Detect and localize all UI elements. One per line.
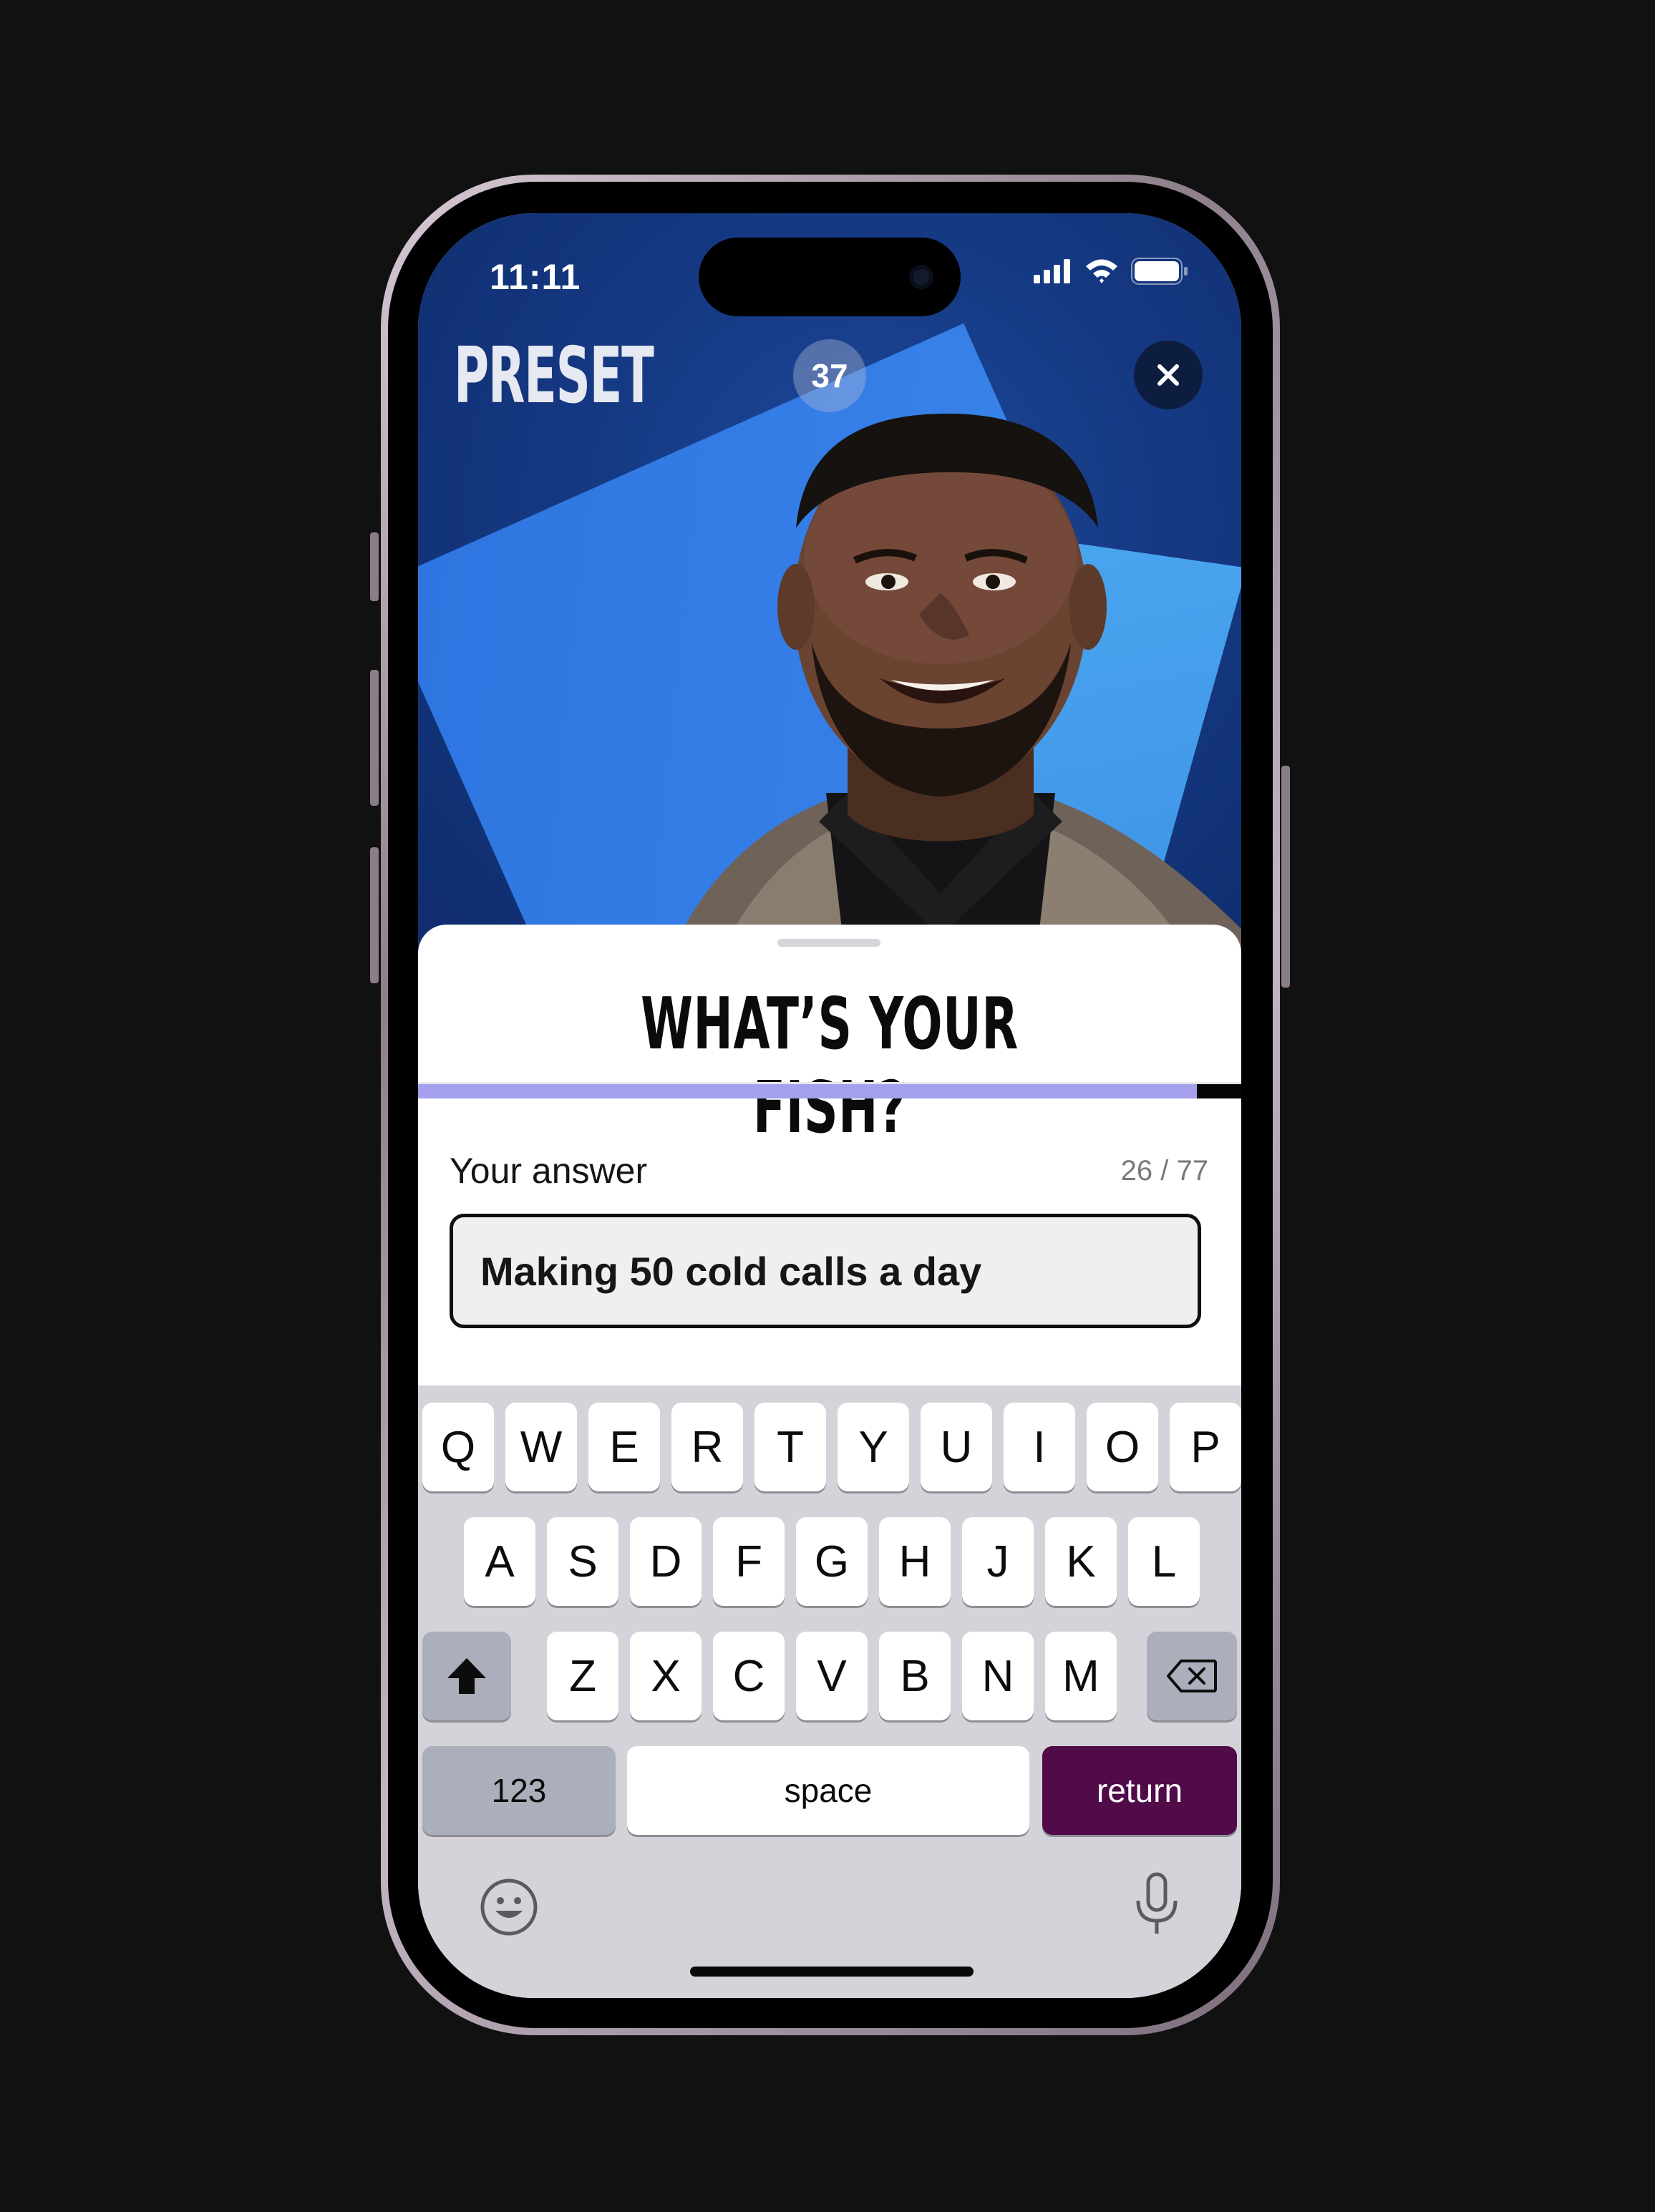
key-t[interactable]: T xyxy=(754,1403,826,1491)
volume-up-button xyxy=(370,670,379,806)
key-o[interactable]: O xyxy=(1087,1403,1158,1491)
battery-icon xyxy=(1131,258,1188,285)
phone-screen: 11:11 PRESET 37 WHAT’S YOUR FISH? Your a… xyxy=(418,213,1241,1998)
shift-key[interactable] xyxy=(422,1632,511,1720)
key-u[interactable]: U xyxy=(921,1403,992,1491)
key-c[interactable]: C xyxy=(713,1632,785,1720)
delete-key[interactable] xyxy=(1147,1632,1237,1720)
key-d[interactable]: D xyxy=(630,1517,702,1606)
key-v[interactable]: V xyxy=(796,1632,868,1720)
key-j[interactable]: J xyxy=(962,1517,1034,1606)
status-time: 11:11 xyxy=(490,257,581,297)
video-hero: 11:11 PRESET 37 xyxy=(418,213,1241,972)
dictation-button[interactable] xyxy=(1134,1872,1180,1936)
return-key[interactable]: return xyxy=(1042,1746,1237,1835)
answer-input[interactable]: Making 50 cold calls a day xyxy=(450,1214,1201,1328)
key-i[interactable]: I xyxy=(1004,1403,1075,1491)
question-title: WHAT’S YOUR FISH? xyxy=(641,982,1019,1149)
close-button[interactable] xyxy=(1134,341,1203,409)
key-x[interactable]: X xyxy=(630,1632,702,1720)
key-y[interactable]: Y xyxy=(838,1403,909,1491)
dynamic-island xyxy=(699,238,961,316)
key-l[interactable]: L xyxy=(1128,1517,1200,1606)
key-n[interactable]: N xyxy=(962,1632,1034,1720)
answer-input-value: Making 50 cold calls a day xyxy=(480,1248,982,1294)
character-count: 26 / 77 xyxy=(1120,1155,1208,1187)
timer-progress-bar xyxy=(418,1082,1241,1098)
key-f[interactable]: F xyxy=(713,1517,785,1606)
emoji-button[interactable] xyxy=(480,1878,538,1936)
keyboard: QWERTYUIOP ASDFGHJKL ZXCVBNM 123 space r… xyxy=(418,1385,1241,1998)
volume-down-button xyxy=(370,847,379,983)
key-e[interactable]: E xyxy=(588,1403,660,1491)
emoji-icon xyxy=(480,1879,538,1936)
key-h[interactable]: H xyxy=(879,1517,951,1606)
action-button xyxy=(370,532,379,601)
key-a[interactable]: A xyxy=(464,1517,535,1606)
answer-sheet: WHAT’S YOUR FISH? Your answer 26 / 77 Ma… xyxy=(418,925,1241,1426)
microphone-icon xyxy=(1136,1872,1178,1934)
delete-icon xyxy=(1167,1660,1217,1692)
status-bar: 11:11 xyxy=(418,213,1241,316)
key-q[interactable]: Q xyxy=(422,1403,494,1491)
key-z[interactable]: Z xyxy=(547,1632,618,1720)
key-m[interactable]: M xyxy=(1045,1632,1117,1720)
wifi-icon xyxy=(1086,259,1117,283)
shift-icon xyxy=(447,1658,486,1694)
power-button xyxy=(1281,766,1290,988)
status-icons xyxy=(1032,258,1188,285)
space-key[interactable]: space xyxy=(627,1746,1029,1835)
key-g[interactable]: G xyxy=(796,1517,868,1606)
key-s[interactable]: S xyxy=(547,1517,618,1606)
cellular-signal-icon xyxy=(1034,259,1070,283)
presenter-video xyxy=(664,414,1241,972)
key-k[interactable]: K xyxy=(1045,1517,1117,1606)
answer-label: Your answer xyxy=(450,1151,648,1191)
front-camera xyxy=(909,265,933,289)
timer-progress-fill xyxy=(418,1084,1197,1098)
numbers-key[interactable]: 123 xyxy=(422,1746,616,1835)
sheet-handle[interactable] xyxy=(777,939,880,947)
key-w[interactable]: W xyxy=(505,1403,577,1491)
brand-logo: PRESET xyxy=(454,331,654,421)
key-p[interactable]: P xyxy=(1170,1403,1241,1491)
key-b[interactable]: B xyxy=(879,1632,951,1720)
key-r[interactable]: R xyxy=(671,1403,743,1491)
home-indicator[interactable] xyxy=(690,1967,974,1977)
question-counter-badge: 37 xyxy=(793,339,866,412)
close-icon xyxy=(1157,364,1179,386)
